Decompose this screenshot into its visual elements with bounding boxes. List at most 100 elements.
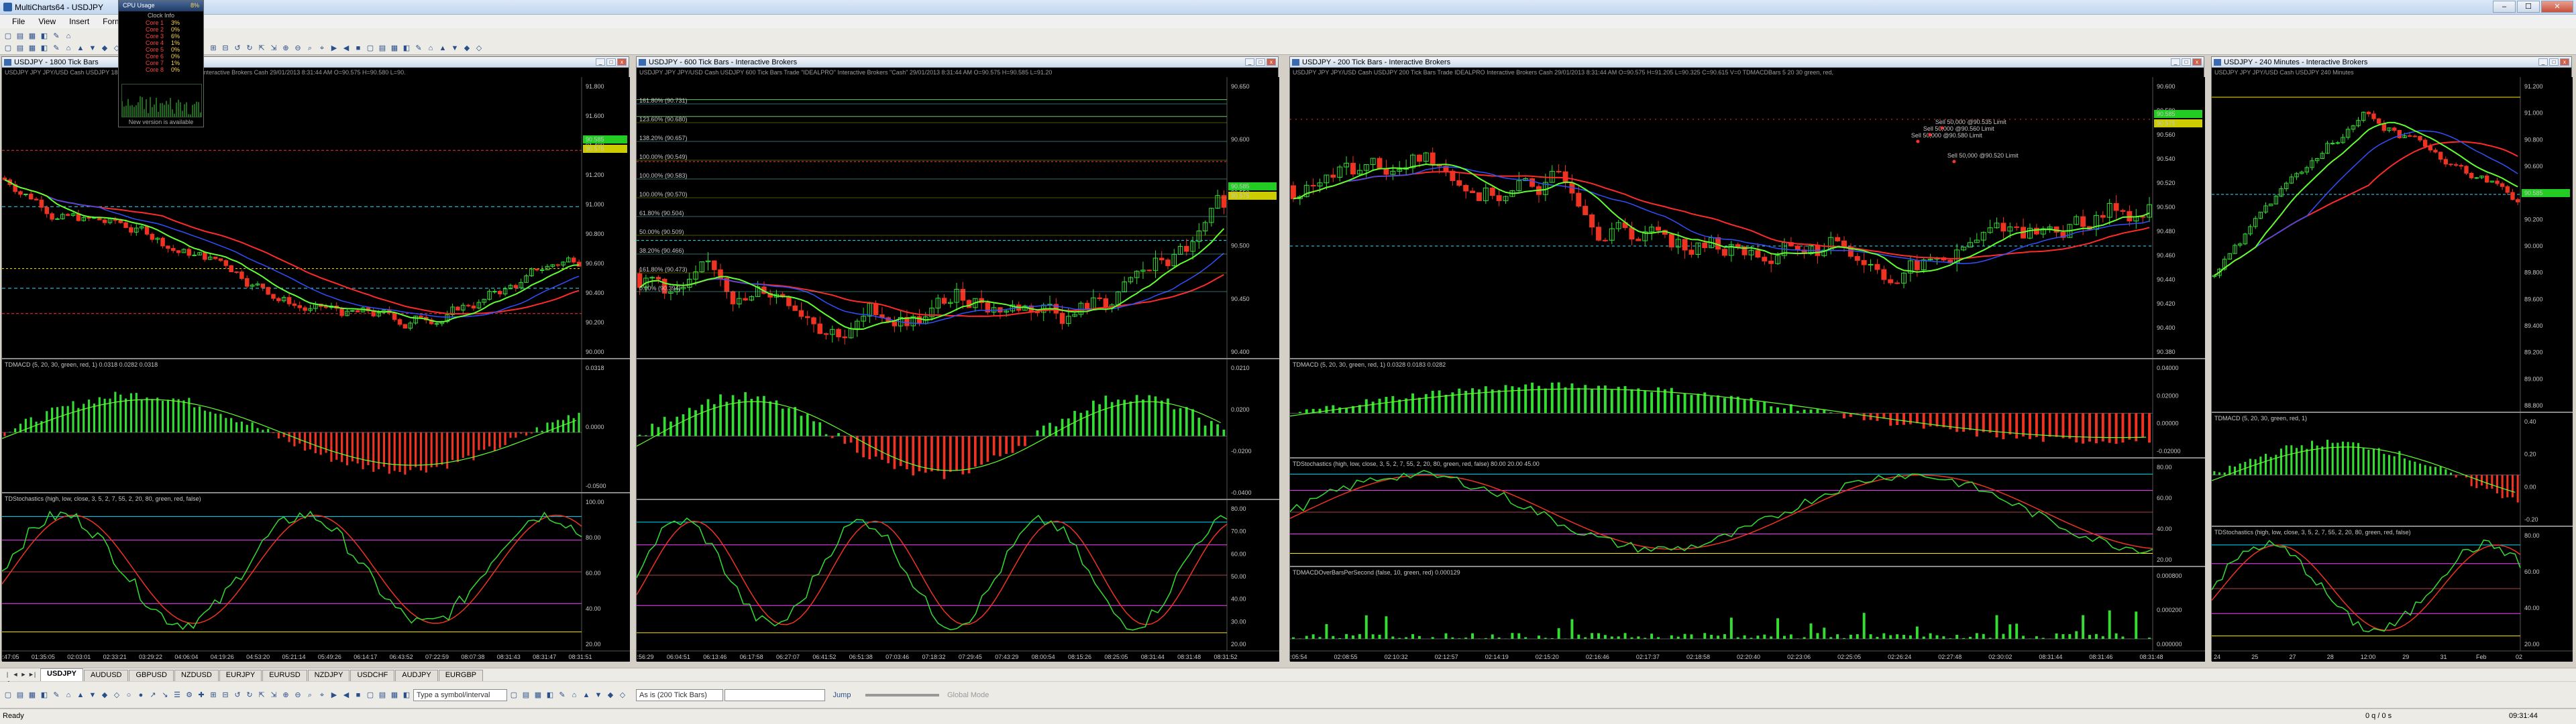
drawing-tool-icon[interactable]: ⊕ xyxy=(280,690,291,701)
chart-close-button[interactable]: x xyxy=(2192,58,2202,66)
symbol-input[interactable]: Type a symbol/interval xyxy=(413,689,507,701)
chart-window-title-bar[interactable]: USDJPY - 240 Minutes - Interactive Broke… xyxy=(2212,57,2571,68)
chart-tool-icon[interactable]: ▤ xyxy=(15,43,25,54)
chart-window-title-bar[interactable]: USDJPY - 1800 Tick Bars _ □ x xyxy=(2,57,629,68)
format-tool-icon[interactable]: ◆ xyxy=(605,690,616,701)
drawing-tool-icon[interactable]: ◇ xyxy=(111,690,122,701)
format-tool-icon[interactable]: ▲ xyxy=(581,690,592,701)
chart-tool-icon[interactable]: ▶ xyxy=(329,43,339,54)
drawing-tool-icon[interactable]: ✚ xyxy=(196,690,207,701)
tab-next-icon[interactable]: ► xyxy=(20,670,27,678)
chart-tool-icon[interactable]: ◇ xyxy=(474,43,484,54)
chart-window-title-bar[interactable]: USDJPY - 200 Tick Bars - Interactive Bro… xyxy=(1290,57,2204,68)
chart-tool-icon[interactable]: ⊟ xyxy=(220,43,231,54)
chart-plot-area[interactable]: 90.65090.60090.55090.50090.45090.400161.… xyxy=(637,77,1279,662)
chart-tool-icon[interactable]: ✎ xyxy=(413,43,424,54)
drawing-tool-icon[interactable]: ▦ xyxy=(389,690,400,701)
chart-tool-icon[interactable]: ▼ xyxy=(87,43,98,54)
drawing-tool-icon[interactable]: ⊟ xyxy=(220,690,231,701)
drawing-tool-icon[interactable]: ↘ xyxy=(160,690,170,701)
drawing-tool-icon[interactable]: ■ xyxy=(353,690,364,701)
global-mode-toggle[interactable]: Global Mode xyxy=(947,691,989,699)
tab-audjpy[interactable]: AUDJPY xyxy=(395,670,438,681)
chart-tool-icon[interactable]: ▲ xyxy=(75,43,86,54)
chart-minimize-button[interactable]: _ xyxy=(1245,58,1254,66)
drawing-tool-icon[interactable]: ⚙ xyxy=(184,690,195,701)
chart-tool-icon[interactable]: ⌂ xyxy=(425,43,436,54)
chart-close-button[interactable]: x xyxy=(1267,58,1276,66)
chart-window-1800-tick[interactable]: USDJPY - 1800 Tick Bars _ □ x USDJPY JPY JP… xyxy=(1,56,630,662)
chart-tool-icon[interactable]: ▦ xyxy=(389,43,400,54)
tab-nzdjpy[interactable]: NZDJPY xyxy=(307,670,350,681)
file-tool-icon[interactable]: ▤ xyxy=(15,31,25,42)
drawing-tool-icon[interactable]: ▤ xyxy=(377,690,388,701)
chart-tool-icon[interactable]: ▢ xyxy=(365,43,376,54)
chart-tool-icon[interactable]: ■ xyxy=(353,43,364,54)
drawing-tool-icon[interactable]: ↻ xyxy=(244,690,255,701)
title-bar[interactable]: MultiCharts64 - USDJPY – ☐ ✕ xyxy=(0,0,2576,15)
tab-prev-icon[interactable]: ◄ xyxy=(12,670,19,678)
chart-maximize-button[interactable]: □ xyxy=(606,58,616,66)
menu-insert[interactable]: Insert xyxy=(62,15,96,27)
format-tool-icon[interactable]: ▤ xyxy=(521,690,531,701)
drawing-tool-icon[interactable]: ○ xyxy=(123,690,134,701)
drawing-tool-icon[interactable]: ⊖ xyxy=(292,690,303,701)
chart-close-button[interactable]: x xyxy=(617,58,627,66)
format-tool-icon[interactable]: ▢ xyxy=(508,690,519,701)
drawing-tool-icon[interactable]: ▲ xyxy=(75,690,86,701)
chart-tool-icon[interactable]: ↺ xyxy=(232,43,243,54)
tab-usdchf[interactable]: USDCHF xyxy=(350,670,395,681)
chart-tool-icon[interactable]: ⌕ xyxy=(305,43,315,54)
chart-tool-icon[interactable]: ⇲ xyxy=(268,43,279,54)
chart-window-600-tick[interactable]: USDJPY - 600 Tick Bars - Interactive Bro… xyxy=(636,56,1279,662)
chart-window-240-minutes[interactable]: USDJPY - 240 Minutes - Interactive Broke… xyxy=(2211,56,2573,662)
drawing-tool-icon[interactable]: ◀ xyxy=(341,690,352,701)
chart-tool-icon[interactable]: ⌖ xyxy=(317,43,327,54)
tab-nzdusd[interactable]: NZDUSD xyxy=(174,670,219,681)
drawing-tool-icon[interactable]: ◆ xyxy=(99,690,110,701)
chart-tool-icon[interactable]: ◆ xyxy=(99,43,110,54)
tab-audusd[interactable]: AUDUSD xyxy=(84,670,129,681)
chart-tool-icon[interactable]: ⊕ xyxy=(280,43,291,54)
chart-tool-icon[interactable]: ↻ xyxy=(244,43,255,54)
file-tool-icon[interactable]: ⌂ xyxy=(63,31,74,42)
chart-window-title-bar[interactable]: USDJPY - 600 Tick Bars - Interactive Bro… xyxy=(637,57,1278,68)
file-tool-icon[interactable]: ◧ xyxy=(39,31,50,42)
chart-minimize-button[interactable]: _ xyxy=(2538,58,2548,66)
drawing-tool-icon[interactable]: ▢ xyxy=(3,690,13,701)
format-tool-icon[interactable]: ▦ xyxy=(533,690,543,701)
chart-tool-icon[interactable]: ◀ xyxy=(341,43,352,54)
minimize-button[interactable]: – xyxy=(2493,1,2516,13)
chart-tool-icon[interactable]: ▢ xyxy=(3,43,13,54)
drawing-tool-icon[interactable]: ◧ xyxy=(39,690,50,701)
drawing-tool-icon[interactable]: ⌂ xyxy=(63,690,74,701)
close-button[interactable]: ✕ xyxy=(2541,1,2573,13)
chart-plot-area[interactable]: 91.20091.00090.80090.60090.40090.20090.0… xyxy=(2212,77,2573,662)
chart-tool-icon[interactable]: ✎ xyxy=(51,43,62,54)
tab-eurusd[interactable]: EURUSD xyxy=(262,670,307,681)
chart-maximize-button[interactable]: □ xyxy=(2549,58,2559,66)
chart-tool-icon[interactable]: ◧ xyxy=(39,43,50,54)
drawing-tool-icon[interactable]: ⌕ xyxy=(305,690,315,701)
jump-button[interactable]: Jump xyxy=(826,690,857,701)
chart-tool-icon[interactable]: ⊖ xyxy=(292,43,303,54)
menu-file[interactable]: File xyxy=(5,15,32,27)
file-tool-icon[interactable]: ▦ xyxy=(27,31,38,42)
zoom-slider[interactable] xyxy=(865,694,939,697)
chart-minimize-button[interactable]: _ xyxy=(2171,58,2180,66)
chart-close-button[interactable]: x xyxy=(2560,58,2569,66)
format-tool-icon[interactable]: ✎ xyxy=(557,690,568,701)
tab-last-icon[interactable]: ►| xyxy=(28,670,36,678)
format-tool-icon[interactable]: ◇ xyxy=(617,690,628,701)
chart-window-200-tick[interactable]: USDJPY - 200 Tick Bars - Interactive Bro… xyxy=(1289,56,2205,662)
chart-tool-icon[interactable]: ⇱ xyxy=(256,43,267,54)
file-tool-icon[interactable]: ▢ xyxy=(3,31,13,42)
tab-usdjpy[interactable]: USDJPY xyxy=(40,668,84,681)
menu-view[interactable]: View xyxy=(32,15,62,27)
chart-tool-icon[interactable]: ◧ xyxy=(401,43,412,54)
chart-maximize-button[interactable]: □ xyxy=(2182,58,2191,66)
tab-gbpusd[interactable]: GBPUSD xyxy=(129,670,174,681)
tab-first-icon[interactable]: |◄ xyxy=(4,670,11,686)
format-tool-icon[interactable]: ◧ xyxy=(545,690,555,701)
drawing-tool-icon[interactable]: ☰ xyxy=(172,690,182,701)
